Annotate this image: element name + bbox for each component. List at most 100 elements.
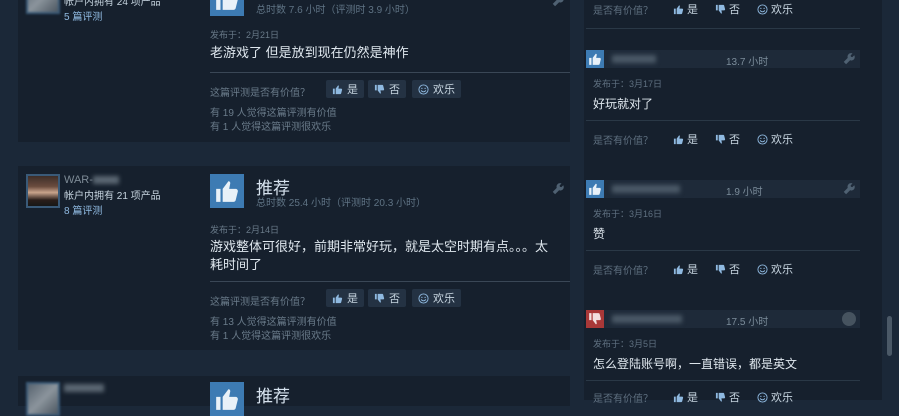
- avatar[interactable]: [26, 0, 60, 14]
- thumbs-up-icon: [210, 0, 244, 16]
- vote-funny-button[interactable]: 欢乐: [412, 289, 461, 307]
- vote-yes-label: 是: [347, 293, 358, 305]
- vote-no-button[interactable]: 否: [368, 289, 406, 307]
- divider: [210, 281, 570, 282]
- user-review-count[interactable]: 5 篇评测: [64, 11, 102, 25]
- thumbs-up-icon: [210, 382, 244, 416]
- thumbs-down-icon: [715, 134, 726, 145]
- review-text: 游戏整体可很好，前期非常好玩，就是太空时期有点。。。太耗时间了: [210, 239, 549, 272]
- review-card: 帐户内拥有 24 项产品 5 篇评测 总时数 7.6 小时（评测时 3.9 小时…: [18, 0, 570, 142]
- review-posted-date: 发布于：2月21日: [210, 30, 280, 40]
- review-card: WAR- 帐户内拥有 21 项产品 8 篇评测 推荐 总时数 25.4 小时（评…: [18, 166, 570, 350]
- smiley-icon: [418, 293, 429, 304]
- helpful-question: 这篇评测是否有价值？: [210, 88, 310, 99]
- side-review-posted: 发布于：3月17日: [593, 79, 663, 89]
- helpful-count: 有 13 人觉得这篇评测有价值: [210, 317, 337, 328]
- vote-yes-label: 是: [347, 84, 358, 96]
- vote-funny-button[interactable]: 欢乐: [412, 80, 461, 98]
- divider: [586, 28, 860, 29]
- vote-no-label: 否: [729, 4, 740, 16]
- side-review-header[interactable]: 17.5 小时: [586, 310, 860, 328]
- thumbs-up-icon: [332, 84, 343, 95]
- helpful-count: 有 19 人觉得这篇评测有价值: [210, 108, 337, 119]
- thumbs-up-icon: [586, 50, 604, 68]
- side-review-hours: 17.5 小时: [726, 317, 769, 328]
- thumbs-up-icon: [673, 392, 684, 403]
- side-review-text: 赞: [593, 227, 606, 241]
- recommendation-title[interactable]: 推荐: [256, 382, 290, 407]
- vote-funny-label: 欢乐: [771, 4, 793, 16]
- helpful-question: 是否有价值？: [593, 266, 653, 277]
- side-review-hours: 1.9 小时: [726, 187, 763, 198]
- wrench-icon[interactable]: [842, 52, 856, 66]
- vote-yes-button[interactable]: 是: [673, 389, 698, 405]
- smiley-icon: [757, 392, 768, 403]
- blurred-name: [612, 315, 682, 323]
- side-review-posted: 发布于：3月16日: [593, 209, 663, 219]
- thumbs-up-icon: [673, 264, 684, 275]
- helpful-question: 是否有价值？: [593, 6, 653, 17]
- vote-yes-label: 是: [687, 392, 698, 404]
- user-name-text: WAR-: [64, 174, 93, 186]
- vote-no-button[interactable]: 否: [715, 1, 740, 17]
- blurred-name: [612, 185, 680, 193]
- helpful-question: 是否有价值？: [593, 394, 653, 405]
- funny-count: 有 1 人觉得这篇评测很欢乐: [210, 331, 332, 342]
- avatar[interactable]: [26, 382, 60, 416]
- thumbs-down-icon: [374, 84, 385, 95]
- vote-no-button[interactable]: 否: [715, 389, 740, 405]
- thumbs-up-icon: [673, 134, 684, 145]
- vote-funny-label: 欢乐: [771, 134, 793, 146]
- vote-no-label: 否: [729, 134, 740, 146]
- divider: [586, 250, 860, 251]
- avatar[interactable]: [26, 174, 60, 208]
- review-card: 推荐: [18, 376, 570, 416]
- thumbs-down-icon: [715, 392, 726, 403]
- helpful-question: 是否有价值？: [593, 136, 653, 147]
- side-review-header[interactable]: 1.9 小时: [586, 180, 860, 198]
- vote-yes-label: 是: [687, 264, 698, 276]
- thumbs-down-icon: [586, 310, 604, 328]
- user-review-count[interactable]: 8 篇评测: [64, 205, 102, 219]
- thumbs-down-icon: [374, 293, 385, 304]
- vote-funny-label: 欢乐: [433, 293, 455, 305]
- side-review-text: 好玩就对了: [593, 97, 654, 111]
- divider: [210, 72, 570, 73]
- vote-yes-button[interactable]: 是: [673, 131, 698, 147]
- vote-no-label: 否: [729, 392, 740, 404]
- user-name[interactable]: WAR-: [64, 174, 119, 186]
- review-posted-date: 发布于：2月14日: [210, 225, 280, 235]
- vote-no-label: 否: [729, 264, 740, 276]
- vote-funny-button[interactable]: 欢乐: [757, 131, 793, 147]
- vote-no-button[interactable]: 否: [715, 261, 740, 277]
- vote-yes-button[interactable]: 是: [673, 1, 698, 17]
- vote-funny-button[interactable]: 欢乐: [757, 389, 793, 405]
- vote-funny-button[interactable]: 欢乐: [757, 1, 793, 17]
- smiley-icon: [418, 84, 429, 95]
- divider: [586, 380, 860, 381]
- wrench-icon[interactable]: [551, 0, 565, 8]
- scrollbar-thumb[interactable]: [887, 316, 892, 356]
- blurred-name: [612, 55, 656, 63]
- blurred-name: [64, 384, 104, 392]
- vote-funny-label: 欢乐: [771, 264, 793, 276]
- wrench-icon[interactable]: [551, 182, 565, 196]
- review-hours: 总时数 25.4 小时（评测时 20.3 小时）: [256, 198, 427, 209]
- side-review-posted: 发布于：3月5日: [593, 339, 658, 349]
- wrench-icon[interactable]: [842, 182, 856, 196]
- side-review-header[interactable]: 13.7 小时: [586, 50, 860, 68]
- vote-yes-button[interactable]: 是: [326, 80, 364, 98]
- vote-yes-button[interactable]: 是: [326, 289, 364, 307]
- thumbs-down-icon: [715, 264, 726, 275]
- vote-yes-label: 是: [687, 4, 698, 16]
- smiley-icon: [757, 4, 768, 15]
- vote-no-label: 否: [389, 293, 400, 305]
- vote-no-button[interactable]: 否: [715, 131, 740, 147]
- vote-yes-button[interactable]: 是: [673, 261, 698, 277]
- thumbs-up-icon: [332, 293, 343, 304]
- thumbs-up-icon: [673, 4, 684, 15]
- vote-funny-button[interactable]: 欢乐: [757, 261, 793, 277]
- vote-no-button[interactable]: 否: [368, 80, 406, 98]
- blurred-name: [92, 176, 119, 185]
- thumbs-up-icon: [586, 180, 604, 198]
